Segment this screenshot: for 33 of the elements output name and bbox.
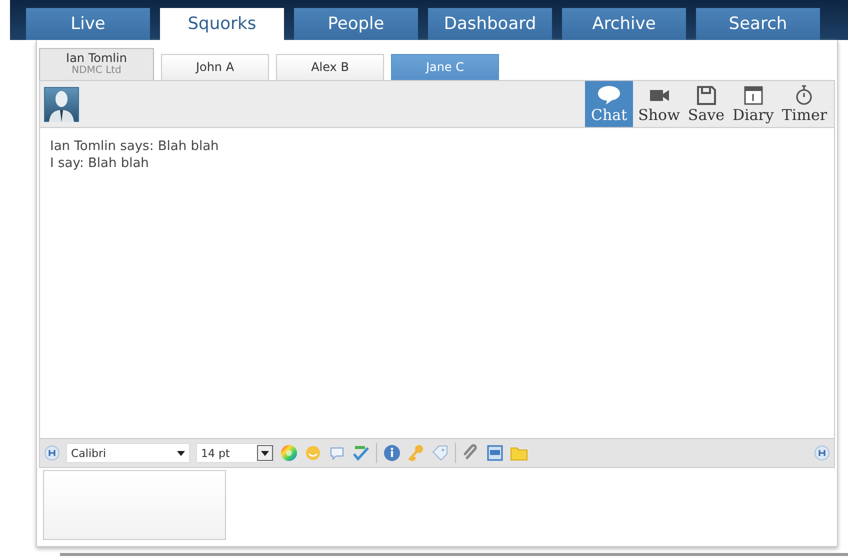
caret-icon xyxy=(257,445,273,461)
contact-tab[interactable]: John A xyxy=(161,54,269,80)
video-button[interactable]: Show xyxy=(635,81,683,127)
size-dropdown[interactable]: 14 pt xyxy=(196,443,274,463)
font-dropdown[interactable]: Calibri xyxy=(66,443,190,463)
key-icon[interactable] xyxy=(407,444,425,462)
speech-bubble-icon xyxy=(596,84,622,106)
contact-tab[interactable]: Ian Tomlin NDMC Ltd xyxy=(39,48,154,80)
scroll-left-icon[interactable] xyxy=(44,445,60,461)
nav-tab[interactable]: People xyxy=(294,8,418,40)
scroll-right-icon[interactable] xyxy=(814,445,830,461)
color-wheel-icon[interactable] xyxy=(280,444,298,462)
nav-tab[interactable]: Dashboard xyxy=(428,8,552,40)
save-button[interactable]: Save xyxy=(684,81,728,127)
chat-message: Ian Tomlin says: Blah blah xyxy=(50,138,220,155)
calendar-button[interactable]: Diary xyxy=(730,81,777,127)
nav-tab[interactable]: Squorks xyxy=(160,8,284,40)
message-input-field[interactable] xyxy=(43,470,226,540)
avatar-icon xyxy=(44,86,79,122)
caret-icon xyxy=(177,450,185,456)
info-icon[interactable] xyxy=(383,444,401,462)
smiley-icon[interactable] xyxy=(304,444,322,462)
contact-tab[interactable]: Alex B xyxy=(276,54,384,80)
timer-button[interactable]: Timer xyxy=(778,81,830,127)
nav-tab[interactable]: Live xyxy=(26,8,150,40)
paperclip-icon[interactable] xyxy=(462,444,480,462)
chat-button[interactable]: Chat xyxy=(585,81,634,127)
window-icon[interactable] xyxy=(486,444,504,462)
nav-tab[interactable]: Search xyxy=(696,8,820,40)
tag-icon[interactable] xyxy=(431,444,449,462)
chat-message: I say: Blah blah xyxy=(50,155,150,172)
spellcheck-icon[interactable] xyxy=(352,444,370,462)
nav-tab[interactable]: Archive xyxy=(562,8,686,40)
